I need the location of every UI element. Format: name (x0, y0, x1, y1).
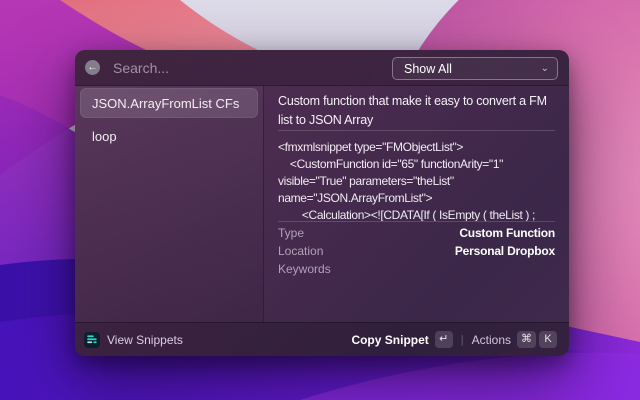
divider (278, 130, 555, 131)
main-content: JSON.ArrayFromList CFs loop Custom funct… (75, 86, 569, 322)
meta-label: Type (278, 226, 304, 240)
snippet-title: JSON.ArrayFromList CFs (92, 96, 239, 111)
meta-row-keywords: Keywords (278, 260, 555, 278)
desktop: ← Search... Show All ⌄ JSON.ArrayFromLis… (0, 0, 640, 400)
snippet-title: loop (92, 129, 117, 144)
chevron-down-icon: ⌄ (541, 64, 549, 74)
filter-dropdown[interactable]: Show All ⌄ (392, 57, 558, 80)
snippets-launcher-window: ← Search... Show All ⌄ JSON.ArrayFromLis… (75, 50, 569, 356)
code-line: visible="True" parameters="theList" (278, 173, 555, 190)
copy-snippet-label: Copy Snippet (351, 333, 428, 347)
status-bar: View Snippets Copy Snippet ↵ | Actions ⌘… (75, 322, 569, 356)
code-line: <fmxmlsnippet type="FMObjectList"> (278, 139, 555, 156)
filter-dropdown-value: Show All (404, 62, 452, 76)
back-button[interactable]: ← (85, 60, 100, 75)
metadata-section: Type Custom Function Location Personal D… (278, 224, 555, 278)
snippet-list: JSON.ArrayFromList CFs loop (75, 86, 263, 322)
return-key-badge: ↵ (435, 331, 453, 348)
meta-row-type: Type Custom Function (278, 224, 555, 242)
meta-label: Location (278, 244, 323, 258)
code-line: name="JSON.ArrayFromList"> (278, 190, 555, 207)
k-key-badge: K (539, 331, 557, 348)
snippets-app-icon (84, 332, 100, 348)
actions-button[interactable]: Actions ⌘ K (472, 331, 557, 348)
snippet-description: Custom function that make it easy to con… (278, 86, 555, 130)
back-arrow-icon: ← (88, 63, 98, 73)
code-line: <Calculation><![CDATA[If ( IsEmpty ( the… (278, 207, 555, 221)
meta-value: Custom Function (459, 226, 555, 240)
divider (278, 221, 555, 222)
actions-label: Actions (472, 333, 511, 347)
view-snippets-label: View Snippets (107, 333, 183, 347)
detail-panel: Custom function that make it easy to con… (264, 86, 569, 322)
copy-snippet-button[interactable]: Copy Snippet ↵ (351, 331, 452, 348)
statusbar-divider: | (461, 334, 464, 346)
sidebar-item-json-arrayfromlist[interactable]: JSON.ArrayFromList CFs (80, 88, 258, 118)
cmd-key-badge: ⌘ (517, 331, 536, 348)
toolbar: ← Search... Show All ⌄ (75, 50, 569, 86)
code-preview[interactable]: <fmxmlsnippet type="FMObjectList"> <Cust… (278, 139, 555, 221)
code-line: <CustomFunction id="65" functionArity="1… (278, 156, 555, 173)
meta-value: Personal Dropbox (455, 244, 555, 258)
sidebar-item-loop[interactable]: loop (80, 121, 258, 151)
meta-label: Keywords (278, 262, 331, 276)
meta-row-location: Location Personal Dropbox (278, 242, 555, 260)
